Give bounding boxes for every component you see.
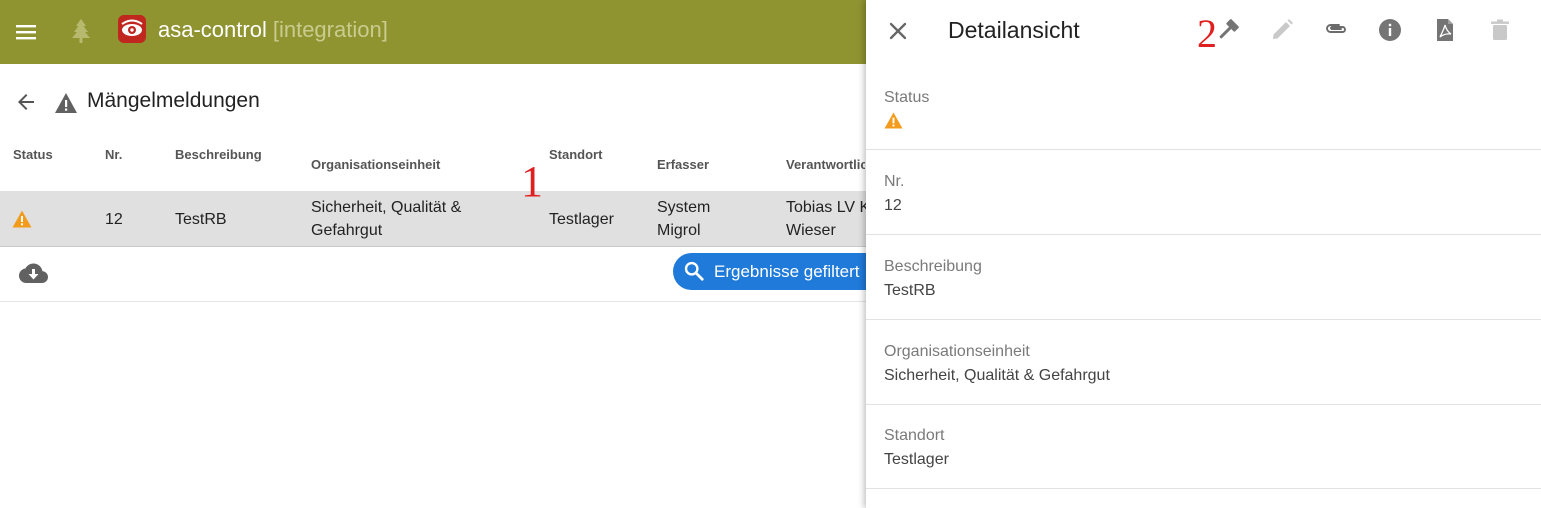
field-label-nr: Nr. (884, 173, 905, 190)
detail-field-standort: Standort Testlager (866, 405, 1541, 489)
detail-field-status: Status (866, 64, 1541, 150)
menu-icon[interactable] (14, 20, 38, 44)
app-name: asa-control (158, 17, 267, 42)
app-bar: asa-control [integration] (0, 0, 866, 64)
field-value-organisationseinheit: Sicherheit, Qualität & Gefahrgut (884, 367, 1110, 384)
detail-field-nr: Nr. 12 (866, 150, 1541, 235)
warning-icon (12, 210, 32, 228)
field-label-organisationseinheit: Organisationseinheit (884, 343, 1030, 360)
cell-beschreibung: TestRB (175, 211, 227, 228)
cell-erfasser: System Migrol (657, 196, 710, 242)
cell-organisationseinheit-line1: Sicherheit, Qualität & (311, 199, 462, 216)
cell-verantwortlich: Tobias LV K Wieser (786, 196, 866, 242)
column-header-nr[interactable]: Nr. (105, 147, 122, 162)
hammer-icon[interactable] (1215, 17, 1241, 43)
detail-panel: Detailansicht 2 Status Nr. 12 Beschreibu… (866, 0, 1541, 508)
cell-organisationseinheit: Sicherheit, Qualität & Gefahrgut (311, 196, 461, 242)
app-title: asa-control [integration] (158, 17, 388, 43)
annotation-marker-2: 2 (1197, 11, 1217, 56)
cloud-download-icon[interactable] (19, 262, 48, 286)
cell-erfasser-line1: System (657, 199, 711, 216)
detail-title: Detailansicht (948, 17, 1080, 43)
annotation-marker-1: 1 (521, 157, 543, 206)
tree-icon[interactable] (70, 18, 92, 44)
column-header-standort[interactable]: Standort (549, 147, 602, 162)
field-label-status: Status (884, 89, 930, 106)
cell-verantwortlich-line1: Tobias LV K (786, 199, 866, 216)
column-header-beschreibung[interactable]: Beschreibung (175, 147, 262, 162)
page-header: Mängelmeldungen (0, 64, 866, 142)
column-header-organisationseinheit[interactable]: Organisationseinheit (311, 157, 440, 172)
filter-results-button[interactable]: Ergebnisse gefiltert (673, 253, 866, 290)
cell-organisationseinheit-line2: Gefahrgut (311, 222, 383, 239)
filter-results-label: Ergebnisse gefiltert (714, 262, 860, 281)
app-environment: [integration] (272, 17, 388, 42)
detail-field-beschreibung: Beschreibung TestRB (866, 235, 1541, 320)
column-header-verantwortlich[interactable]: Verantwortlich (786, 157, 865, 172)
close-icon[interactable] (886, 19, 910, 43)
divider (0, 301, 866, 302)
app-logo-icon (118, 15, 146, 43)
field-value-beschreibung: TestRB (884, 282, 936, 299)
field-label-beschreibung: Beschreibung (884, 258, 982, 275)
pdf-icon[interactable] (1432, 17, 1458, 43)
edit-icon[interactable] (1269, 17, 1295, 43)
back-arrow-icon[interactable] (14, 90, 38, 114)
delete-icon[interactable] (1487, 17, 1513, 43)
cell-verantwortlich-line2: Wieser (786, 222, 836, 239)
detail-field-organisationseinheit: Organisationseinheit Sicherheit, Qualitä… (866, 320, 1541, 405)
table-row[interactable]: 12 TestRB Sicherheit, Qualität & Gefahrg… (0, 191, 866, 247)
field-value-standort: Testlager (884, 451, 949, 468)
field-label-standort: Standort (884, 427, 945, 444)
info-icon[interactable] (1377, 17, 1403, 43)
cell-erfasser-line2: Migrol (657, 222, 701, 239)
warning-icon (884, 112, 903, 129)
cell-standort: Testlager (549, 211, 614, 228)
cell-nr: 12 (105, 211, 123, 228)
field-value-nr: 12 (884, 197, 902, 214)
column-header-status[interactable]: Status (13, 147, 53, 162)
warning-icon (55, 93, 77, 113)
search-icon (684, 261, 704, 281)
paperclip-icon[interactable] (1323, 17, 1349, 43)
detail-toolbar: Detailansicht 2 (866, 0, 1541, 64)
column-header-erfasser[interactable]: Erfasser (657, 157, 709, 172)
page-title: Mängelmeldungen (87, 89, 260, 112)
